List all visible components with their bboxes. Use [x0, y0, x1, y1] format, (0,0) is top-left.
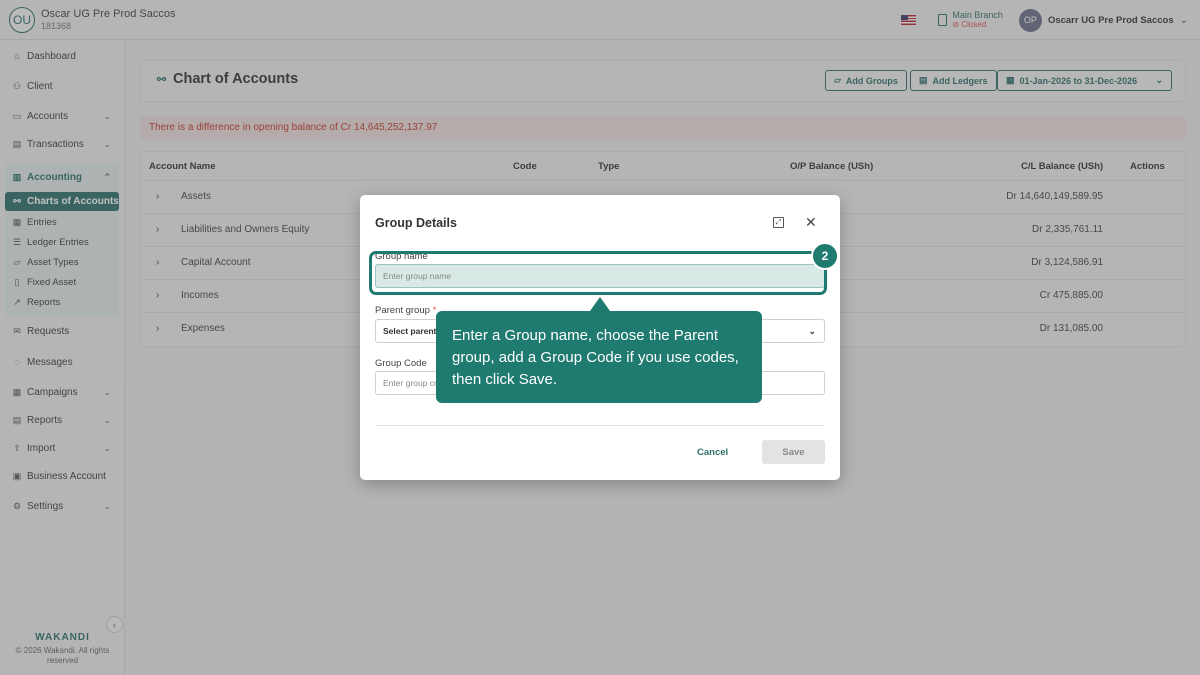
tour-tooltip-arrow	[590, 297, 610, 311]
tour-step-badge: 2	[811, 242, 839, 270]
close-icon[interactable]: ✕	[805, 214, 817, 231]
parent-group-label: Parent group *	[375, 305, 437, 316]
group-code-label: Group Code	[375, 358, 427, 369]
chevron-down-icon: ⌄	[808, 325, 816, 336]
tour-tooltip: Enter a Group name, choose the Parent gr…	[436, 311, 762, 403]
tour-highlight	[369, 251, 827, 295]
modal-title: Group Details	[375, 216, 457, 230]
save-button[interactable]: Save	[762, 440, 825, 464]
cancel-button[interactable]: Cancel	[697, 447, 728, 458]
expand-icon[interactable]: ⤢	[773, 217, 784, 228]
divider	[375, 425, 825, 426]
